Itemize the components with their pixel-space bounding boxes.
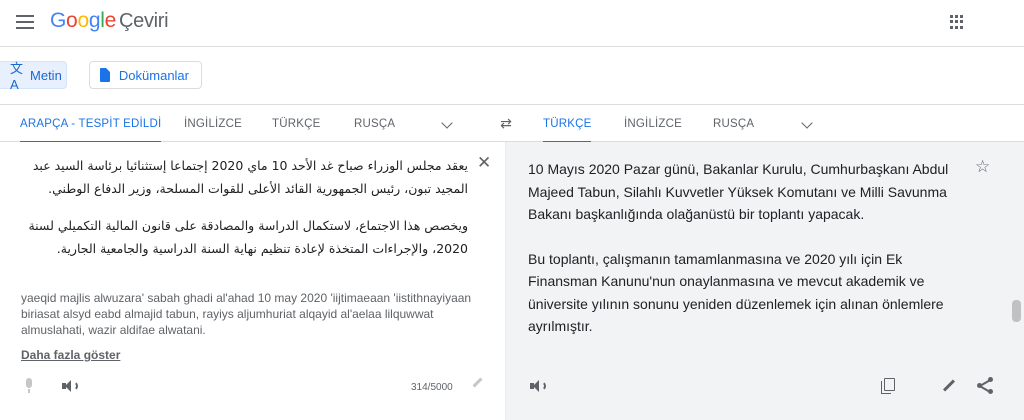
listen-source-speaker-icon[interactable] <box>62 379 78 393</box>
scrollbar-track[interactable] <box>1010 142 1024 420</box>
text-mode-button[interactable]: 文A Metin <box>0 61 67 92</box>
handwriting-pencil-icon[interactable] <box>472 377 483 388</box>
hamburger-menu-icon[interactable] <box>16 15 34 29</box>
documents-mode-label: Dokümanlar <box>118 67 189 83</box>
logo-letter: g <box>88 9 101 32</box>
save-translation-star-icon[interactable]: ☆ <box>975 157 990 177</box>
app-header: Google Çeviri <box>0 0 1024 46</box>
source-lang-detected-tab[interactable]: ARAPÇA - TESPİT EDİLDİ <box>20 105 162 143</box>
tab-label: RUSÇA <box>713 117 755 130</box>
tab-label: İNGİLİZCE <box>624 117 683 130</box>
source-lang-tab[interactable]: İNGİLİZCE <box>184 105 242 142</box>
document-icon <box>100 68 110 82</box>
translation-panel: 10 Mayıs 2020 Pazar günü, Bakanlar Kurul… <box>505 142 1024 420</box>
translation-paragraph: 10 Mayıs 2020 Pazar günü, Bakanlar Kurul… <box>528 161 949 222</box>
transliteration-text: yaeqid majlis alwuzara' sabah ghadi al'a… <box>21 291 472 337</box>
clear-text-icon[interactable]: ✕ <box>477 154 491 171</box>
microphone-icon[interactable] <box>24 378 34 394</box>
source-panel: يعقد مجلس الوزراء صباح غد الأحد 10 ماي 2… <box>0 142 505 420</box>
tab-label: ARAPÇA - TESPİT EDİLDİ <box>20 117 162 130</box>
source-textarea[interactable]: يعقد مجلس الوزراء صباح غد الأحد 10 ماي 2… <box>16 154 468 274</box>
tab-label: TÜRKÇE <box>543 117 592 130</box>
tab-label: RUSÇA <box>354 117 396 130</box>
copy-translation-icon[interactable] <box>881 378 895 394</box>
language-bar: ARAPÇA - TESPİT EDİLDİ İNGİLİZCE TÜRKÇE … <box>0 104 1024 143</box>
source-lang-more-chevron-icon[interactable] <box>441 117 453 129</box>
google-translate-logo[interactable]: Google Çeviri <box>50 9 169 33</box>
product-name: Çeviri <box>118 10 169 32</box>
scrollbar-thumb[interactable] <box>1012 300 1021 322</box>
logo-letter: o <box>77 9 89 32</box>
logo-letter: e <box>104 9 117 32</box>
tab-label: İNGİLİZCE <box>184 117 243 130</box>
translation-output: 10 Mayıs 2020 Pazar günü, Bakanlar Kurul… <box>528 158 968 360</box>
tab-label: TÜRKÇE <box>272 117 321 130</box>
header-divider <box>0 46 1024 47</box>
target-lang-more-chevron-icon[interactable] <box>801 117 813 129</box>
share-icon[interactable] <box>976 376 994 394</box>
source-lang-tab[interactable]: RUSÇA <box>354 105 395 142</box>
listen-translation-speaker-icon[interactable] <box>530 379 546 393</box>
target-lang-active-tab[interactable]: TÜRKÇE <box>543 105 592 143</box>
suggest-edit-pencil-icon[interactable] <box>942 379 956 392</box>
source-paragraph: يعقد مجلس الوزراء صباح غد الأحد 10 ماي 2… <box>32 158 468 196</box>
show-more-link[interactable]: Daha fazla göster <box>21 348 120 362</box>
text-mode-label: Metin <box>30 67 62 83</box>
source-paragraph: ويخصص هذا الاجتماع، لاستكمال الدراسة وال… <box>28 218 468 256</box>
translate-icon: 文A <box>10 61 24 92</box>
swap-languages-icon[interactable]: ⇄ <box>498 115 514 131</box>
source-lang-tab[interactable]: TÜRKÇE <box>272 105 320 142</box>
character-count: 314/5000 <box>411 382 453 393</box>
documents-mode-button[interactable]: Dokümanlar <box>89 61 202 89</box>
google-apps-icon[interactable] <box>950 15 964 29</box>
logo-letter: o <box>66 9 78 32</box>
translation-paragraph: Bu toplantı, çalışmanın tamamlanmasına v… <box>528 250 944 335</box>
target-lang-tab[interactable]: İNGİLİZCE <box>624 105 682 142</box>
target-lang-tab[interactable]: RUSÇA <box>713 105 754 142</box>
logo-letter: G <box>50 9 67 32</box>
